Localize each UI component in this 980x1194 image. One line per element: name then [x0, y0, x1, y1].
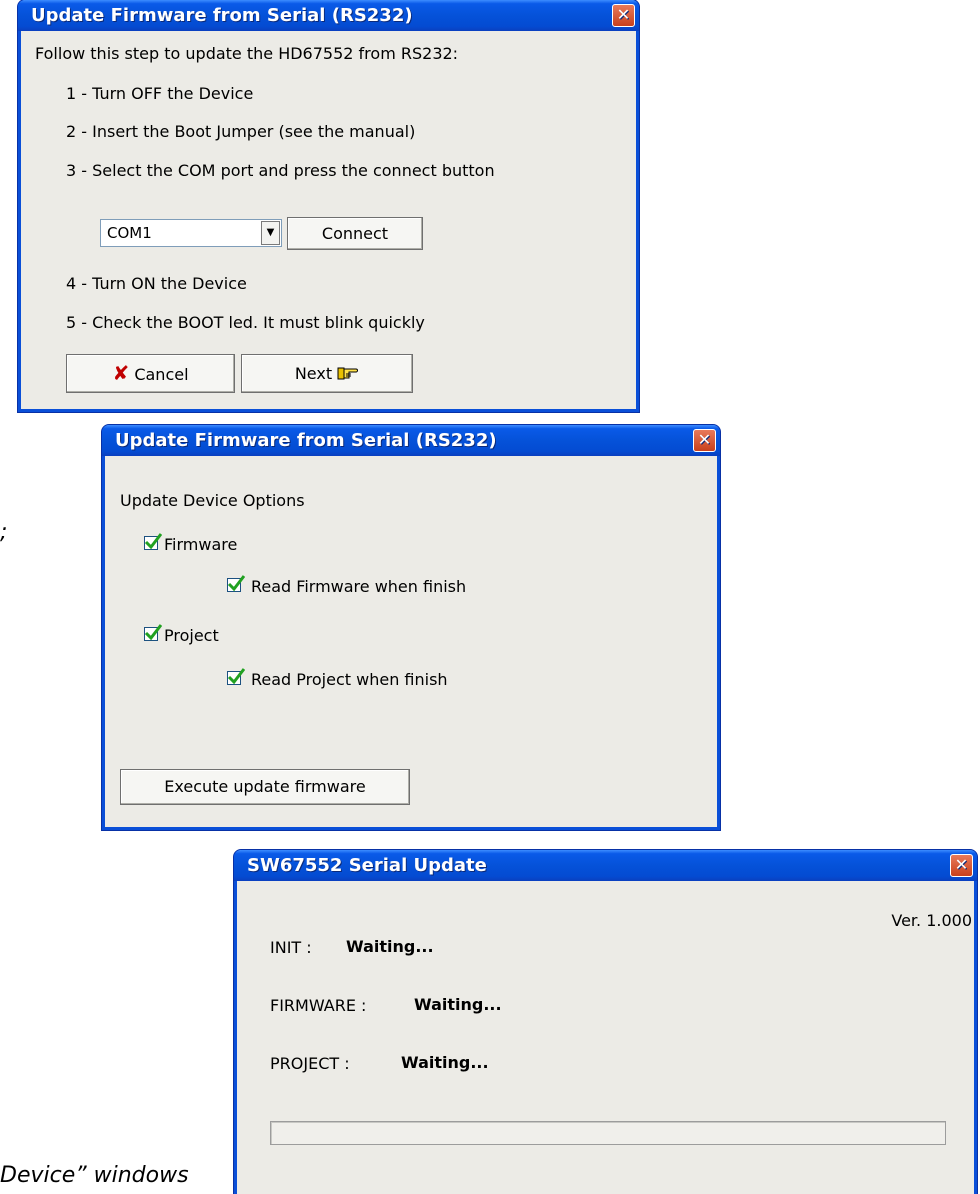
cancel-icon: ✘ — [112, 361, 130, 385]
window-title: Update Firmware from Serial (RS232) — [31, 5, 413, 26]
init-label: INIT : — [270, 938, 312, 957]
step-5-text: 5 - Check the BOOT led. It must blink qu… — [66, 313, 425, 332]
title-bar[interactable]: SW67552 Serial Update ✕ — [234, 850, 977, 881]
checkmark-icon — [227, 575, 245, 592]
execute-update-firmware-button[interactable]: Execute update firmware — [120, 769, 410, 805]
close-button[interactable]: ✕ — [612, 4, 635, 27]
read-firmware-label: Read Firmware when finish — [251, 577, 467, 596]
checkmark-icon — [227, 668, 245, 685]
step-4-text: 4 - Turn ON the Device — [66, 274, 247, 293]
update-firmware-dialog-options: Update Firmware from Serial (RS232) ✕ Up… — [102, 425, 720, 830]
window-title: SW67552 Serial Update — [247, 855, 487, 876]
pointing-hand-icon — [337, 367, 359, 380]
page-caption-fragment: Device” windows — [0, 1163, 189, 1188]
connect-button-label: Connect — [321, 224, 389, 243]
page-semicolon: ; — [0, 520, 8, 545]
options-heading: Update Device Options — [120, 491, 305, 510]
step-1-text: 1 - Turn OFF the Device — [66, 84, 254, 103]
next-button-label: Next — [294, 364, 333, 383]
close-icon: ✕ — [954, 855, 969, 874]
firmware-status: Waiting... — [414, 995, 502, 1014]
close-button[interactable]: ✕ — [950, 854, 973, 877]
window-title: Update Firmware from Serial (RS232) — [115, 430, 497, 451]
checkmark-icon — [144, 533, 162, 550]
step-2-text: 2 - Insert the Boot Jumper (see the manu… — [66, 122, 416, 141]
read-firmware-checkbox[interactable] — [227, 575, 245, 592]
project-label: Project — [164, 626, 219, 645]
read-project-label: Read Project when finish — [251, 670, 448, 689]
read-project-checkbox[interactable] — [227, 668, 245, 685]
step-3-text: 3 - Select the COM port and press the co… — [66, 161, 495, 180]
dropdown-arrow-icon[interactable]: ▼ — [261, 221, 280, 245]
title-bar[interactable]: Update Firmware from Serial (RS232) ✕ — [18, 0, 639, 31]
version-label: Ver. 1.000 — [891, 911, 972, 930]
serial-update-status-window: SW67552 Serial Update ✕ Ver. 1.000 INIT … — [234, 850, 977, 1194]
firmware-label: Firmware — [164, 535, 238, 554]
firmware-checkbox[interactable] — [144, 533, 162, 550]
close-icon: ✕ — [616, 5, 631, 24]
close-button[interactable]: ✕ — [693, 429, 716, 452]
cancel-button[interactable]: ✘ Cancel — [66, 354, 235, 393]
com-port-select[interactable]: COM1 ▼ — [100, 219, 282, 247]
intro-text: Follow this step to update the HD67552 f… — [35, 44, 459, 63]
connect-button[interactable]: Connect — [287, 217, 423, 250]
project-status: Waiting... — [401, 1053, 489, 1072]
init-status: Waiting... — [346, 937, 434, 956]
close-icon: ✕ — [697, 430, 712, 449]
update-progress-bar — [270, 1121, 946, 1145]
next-button[interactable]: Next — [241, 354, 413, 393]
com-port-value: COM1 — [107, 224, 152, 242]
title-bar[interactable]: Update Firmware from Serial (RS232) ✕ — [102, 425, 720, 456]
project-checkbox[interactable] — [144, 624, 162, 641]
firmware-label: FIRMWARE : — [270, 996, 367, 1015]
cancel-button-label: Cancel — [134, 365, 189, 384]
project-label: PROJECT : — [270, 1054, 350, 1073]
execute-button-label: Execute update firmware — [164, 777, 366, 796]
checkmark-icon — [144, 624, 162, 641]
update-firmware-dialog-steps: Update Firmware from Serial (RS232) ✕ Fo… — [18, 0, 639, 412]
